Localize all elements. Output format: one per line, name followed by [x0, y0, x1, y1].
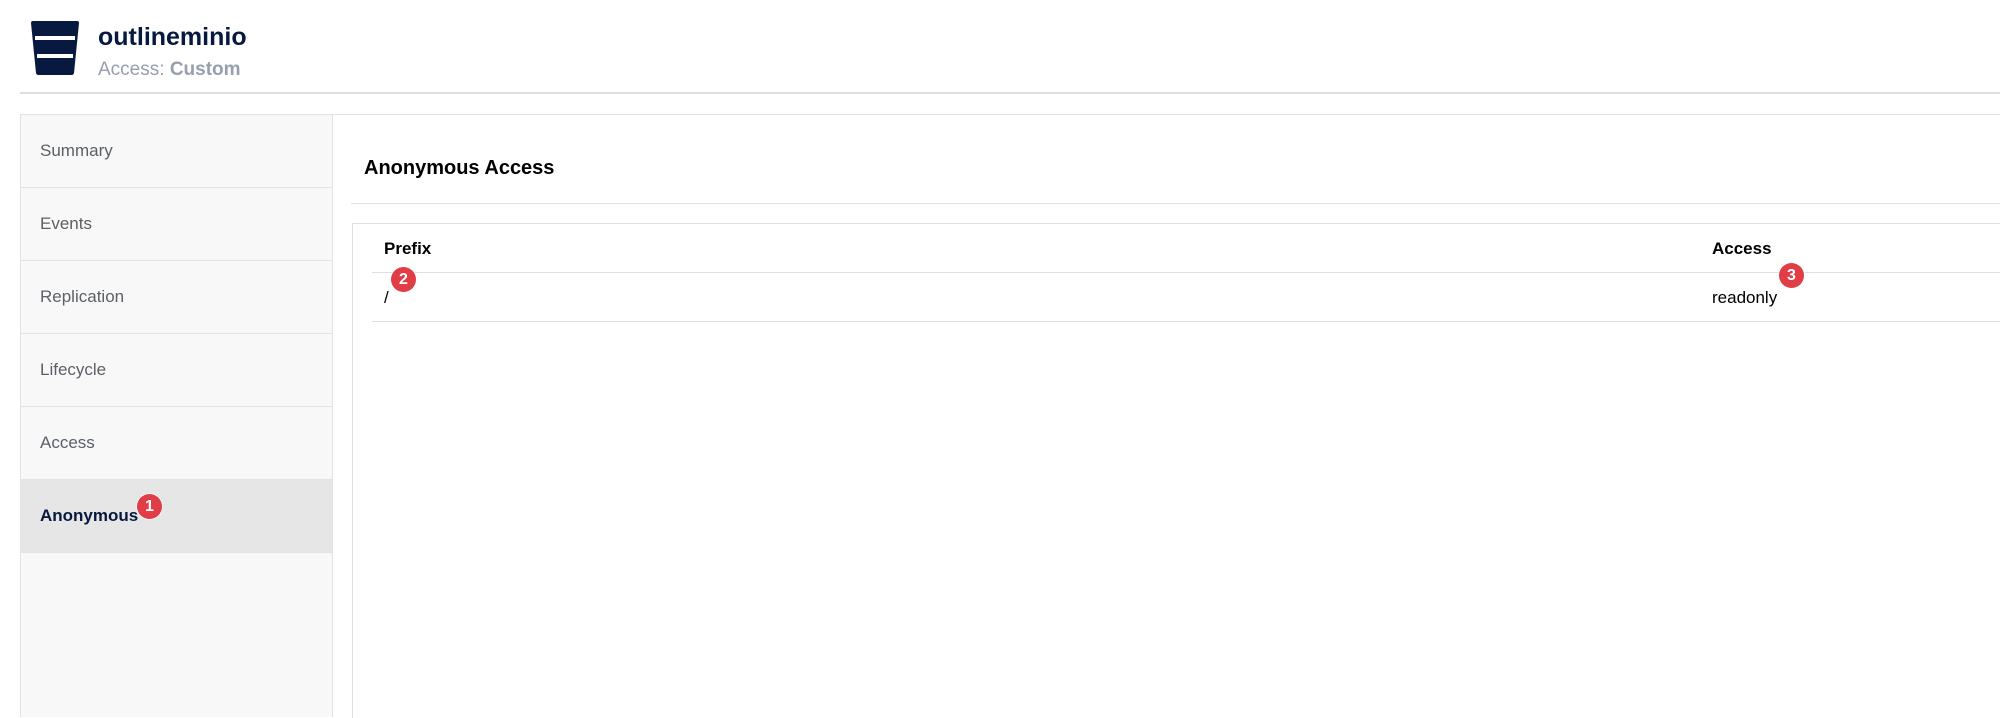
- row-divider: [372, 321, 2000, 322]
- bucket-settings-sidebar: Summary Events Replication Lifecycle Acc…: [20, 114, 333, 717]
- sidebar-item-lifecycle[interactable]: Lifecycle: [21, 334, 332, 407]
- column-header-prefix[interactable]: Prefix: [384, 238, 431, 260]
- divider: [351, 203, 2000, 204]
- anonymous-access-table: Prefix Access / readonly: [352, 223, 2000, 718]
- bucket-name: outlineminio: [98, 23, 247, 51]
- sidebar-item-label: Replication: [40, 287, 125, 306]
- page-title: Anonymous Access: [364, 157, 555, 179]
- cell-prefix[interactable]: /: [384, 287, 389, 309]
- column-header-access[interactable]: Access: [1712, 238, 1772, 260]
- access-label: Access:: [98, 59, 165, 80]
- header-divider: [372, 272, 2000, 273]
- sidebar-item-access[interactable]: Access: [21, 407, 332, 480]
- sidebar-item-anonymous[interactable]: Anonymous: [21, 480, 332, 553]
- sidebar-item-summary[interactable]: Summary: [21, 115, 332, 188]
- bucket-access-summary: Access: Custom: [98, 58, 241, 82]
- bucket-header: outlineminio Access: Custom: [20, 0, 2000, 94]
- sidebar-item-events[interactable]: Events: [21, 188, 332, 261]
- sidebar-item-label: Events: [40, 214, 92, 233]
- marker-badge-1: 1: [137, 494, 162, 519]
- anonymous-access-panel: Anonymous Access Prefix Access / readonl…: [333, 114, 2000, 718]
- bucket-icon: [31, 21, 79, 75]
- sidebar-item-replication[interactable]: Replication: [21, 261, 332, 334]
- sidebar-item-label: Access: [40, 433, 95, 452]
- sidebar-item-label: Lifecycle: [40, 360, 107, 379]
- sidebar-item-label: Summary: [40, 141, 113, 160]
- marker-badge-3: 3: [1779, 263, 1804, 288]
- cell-access[interactable]: readonly: [1712, 287, 1777, 309]
- marker-badge-2: 2: [391, 267, 416, 292]
- access-value: Custom: [169, 59, 241, 80]
- sidebar-item-label: Anonymous: [40, 506, 139, 525]
